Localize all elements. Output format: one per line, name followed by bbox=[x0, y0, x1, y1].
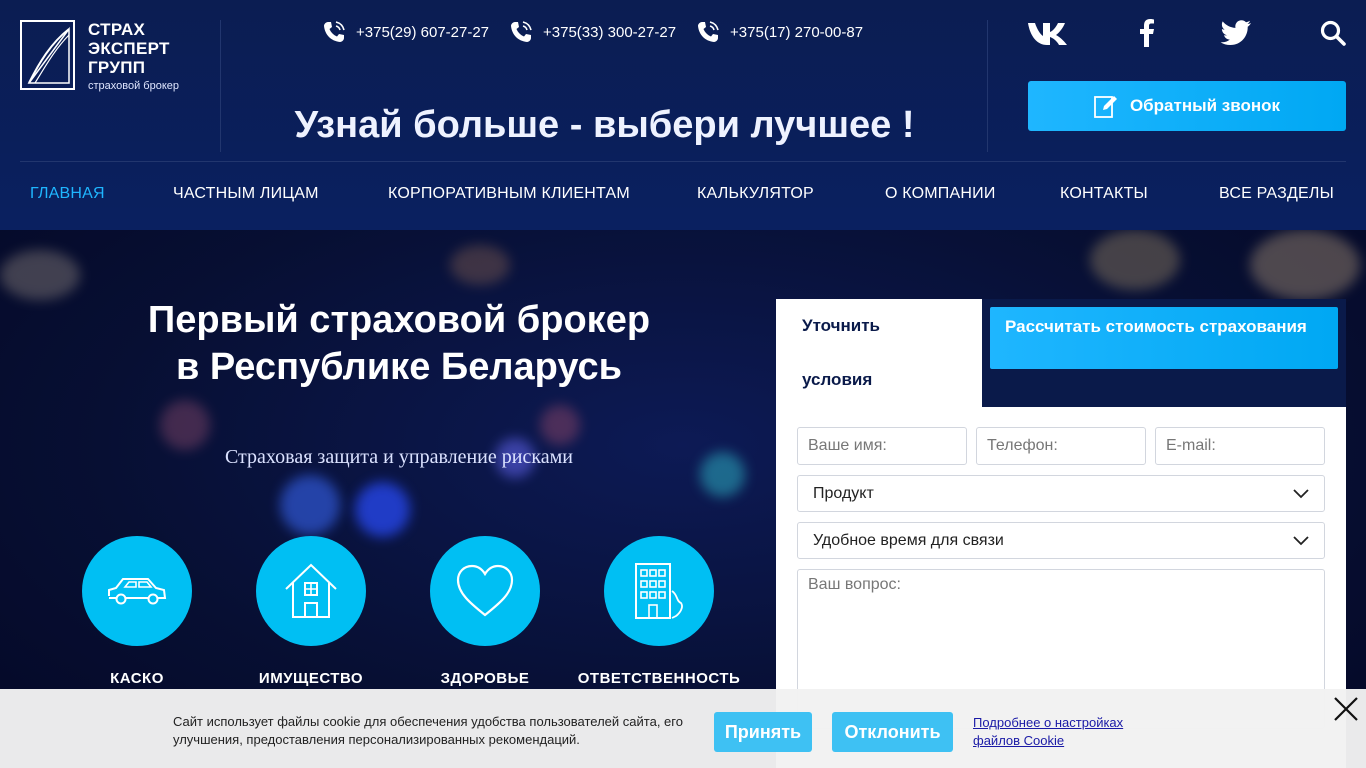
nav-item-corporate[interactable]: КОРПОРАТИВНЫМ КЛИЕНТАМ bbox=[388, 185, 630, 203]
bokeh-light bbox=[540, 405, 580, 445]
callback-button[interactable]: Обратный звонок bbox=[1028, 81, 1346, 131]
site-header: СТРАХ ЭКСПЕРТ ГРУПП страховой брокер +37… bbox=[0, 0, 1366, 230]
site-logo[interactable]: СТРАХ ЭКСПЕРТ ГРУПП страховой брокер bbox=[20, 20, 195, 92]
search-icon[interactable] bbox=[1318, 16, 1348, 50]
contact-time-select[interactable]: Удобное время для связи bbox=[797, 522, 1325, 559]
product-select-value: Продукт bbox=[813, 484, 874, 502]
service-label: ОТВЕТСТВЕННОСТЬ bbox=[577, 670, 741, 687]
bokeh-light bbox=[160, 400, 210, 450]
bokeh-light bbox=[1250, 230, 1360, 300]
phone-item[interactable]: +375(17) 270-00-87 bbox=[696, 20, 863, 44]
cookie-accept-button[interactable]: Принять bbox=[714, 712, 812, 752]
service-casco[interactable]: КАСКО bbox=[52, 536, 222, 687]
facebook-icon[interactable] bbox=[1133, 16, 1161, 50]
header-divider bbox=[220, 20, 221, 152]
nav-item-home[interactable]: ГЛАВНАЯ bbox=[30, 185, 105, 203]
phone-item[interactable]: +375(33) 300-27-27 bbox=[509, 20, 676, 44]
tab-calculate-cost[interactable]: Рассчитать стоимость страхования bbox=[990, 307, 1338, 369]
hero-subtitle: Страховая защита и управление рисками bbox=[224, 446, 573, 468]
service-label: КАСКО bbox=[110, 670, 164, 687]
logo-line-2: ЭКСПЕРТ bbox=[88, 39, 170, 58]
service-health[interactable]: ЗДОРОВЬЕ bbox=[400, 536, 570, 687]
cookie-settings-link[interactable]: Подробнее о настройках файлов Cookie bbox=[973, 714, 1143, 750]
email-field[interactable]: E-mail: bbox=[1155, 427, 1325, 465]
car-icon bbox=[108, 578, 167, 605]
nav-item-calculator[interactable]: КАЛЬКУЛЯТОР bbox=[697, 185, 814, 203]
product-select[interactable]: Продукт bbox=[797, 475, 1325, 512]
nav-item-all-sections[interactable]: ВСЕ РАЗДЕЛЫ bbox=[1219, 185, 1334, 203]
hero-title-line: Первый страховой брокер bbox=[147, 299, 651, 341]
phone-item[interactable]: +375(29) 607-27-27 bbox=[322, 20, 489, 44]
logo-emblem-icon bbox=[20, 20, 75, 90]
tab-label-line: условия bbox=[802, 370, 873, 389]
tab-clarify-terms[interactable]: Уточнить условия bbox=[776, 299, 982, 407]
hero-title-line: в Республике Беларусь bbox=[175, 346, 623, 388]
chevron-down-icon bbox=[1293, 488, 1309, 498]
logo-line-3: ГРУПП bbox=[88, 58, 146, 77]
service-circle bbox=[604, 536, 714, 646]
nav-item-about[interactable]: О КОМПАНИИ bbox=[885, 185, 996, 203]
edit-icon bbox=[1094, 96, 1117, 118]
phone-icon bbox=[511, 21, 532, 42]
hero-title: Первый страховой брокер в Республике Бел… bbox=[40, 297, 758, 391]
contact-time-select-value: Удобное время для связи bbox=[813, 531, 1004, 549]
tab-label-line: Уточнить bbox=[802, 316, 881, 335]
nav-item-individuals[interactable]: ЧАСТНЫМ ЛИЦАМ bbox=[173, 185, 319, 203]
service-label: ИМУЩЕСТВО bbox=[258, 670, 364, 687]
phone-icon bbox=[324, 21, 345, 42]
service-liability[interactable]: ОТВЕТСТВЕННОСТЬ bbox=[574, 536, 744, 687]
form-tab-bar: Уточнить условия Рассчитать стоимость ст… bbox=[776, 299, 1346, 407]
cookie-notice-text: Сайт использует файлы cookie для обеспеч… bbox=[173, 714, 683, 747]
bokeh-light bbox=[1090, 230, 1180, 290]
bokeh-light bbox=[355, 482, 410, 537]
twitter-icon[interactable] bbox=[1218, 16, 1254, 50]
bokeh-light bbox=[450, 245, 510, 285]
phone-field[interactable]: Телефон: bbox=[976, 427, 1146, 465]
heart-icon bbox=[456, 564, 514, 617]
chevron-down-icon bbox=[1293, 535, 1309, 545]
bokeh-light bbox=[0, 250, 80, 300]
callback-label: Обратный звонок bbox=[1129, 96, 1281, 115]
phone-number: +375(17) 270-00-87 bbox=[730, 23, 864, 41]
phone-number: +375(29) 607-27-27 bbox=[356, 23, 490, 41]
nav-item-contacts[interactable]: КОНТАКТЫ bbox=[1060, 185, 1148, 203]
header-slogan: Узнай больше - выбери лучшее ! bbox=[294, 104, 915, 146]
cookie-consent-bar: Сайт использует файлы cookie для обеспеч… bbox=[0, 689, 1366, 768]
main-nav: ГЛАВНАЯ ЧАСТНЫМ ЛИЦАМ КОРПОРАТИВНЫМ КЛИЕ… bbox=[0, 162, 1366, 230]
name-field[interactable]: Ваше имя: bbox=[797, 427, 967, 465]
header-divider bbox=[987, 20, 988, 152]
phone-number: +375(33) 300-27-27 bbox=[543, 23, 677, 41]
service-property[interactable]: ИМУЩЕСТВО bbox=[226, 536, 396, 687]
house-icon bbox=[285, 563, 337, 618]
vk-icon[interactable] bbox=[1026, 16, 1074, 50]
hero-section: Первый страховой брокер в Республике Бел… bbox=[0, 230, 1366, 768]
service-circle bbox=[82, 536, 192, 646]
bokeh-light bbox=[280, 475, 340, 535]
cookie-decline-button[interactable]: Отклонить bbox=[832, 712, 953, 752]
logo-wordmark: СТРАХ ЭКСПЕРТ ГРУПП bbox=[88, 20, 170, 77]
close-icon[interactable] bbox=[1333, 696, 1359, 722]
service-circle bbox=[430, 536, 540, 646]
phone-list: +375(29) 607-27-27 +375(33) 300-27-27 +3… bbox=[322, 20, 863, 44]
logo-subtitle: страховой брокер bbox=[88, 80, 180, 92]
service-circle bbox=[256, 536, 366, 646]
logo-line-1: СТРАХ bbox=[88, 20, 146, 39]
building-icon bbox=[635, 563, 683, 619]
phone-icon bbox=[698, 21, 719, 42]
service-label: ЗДОРОВЬЕ bbox=[440, 670, 530, 687]
